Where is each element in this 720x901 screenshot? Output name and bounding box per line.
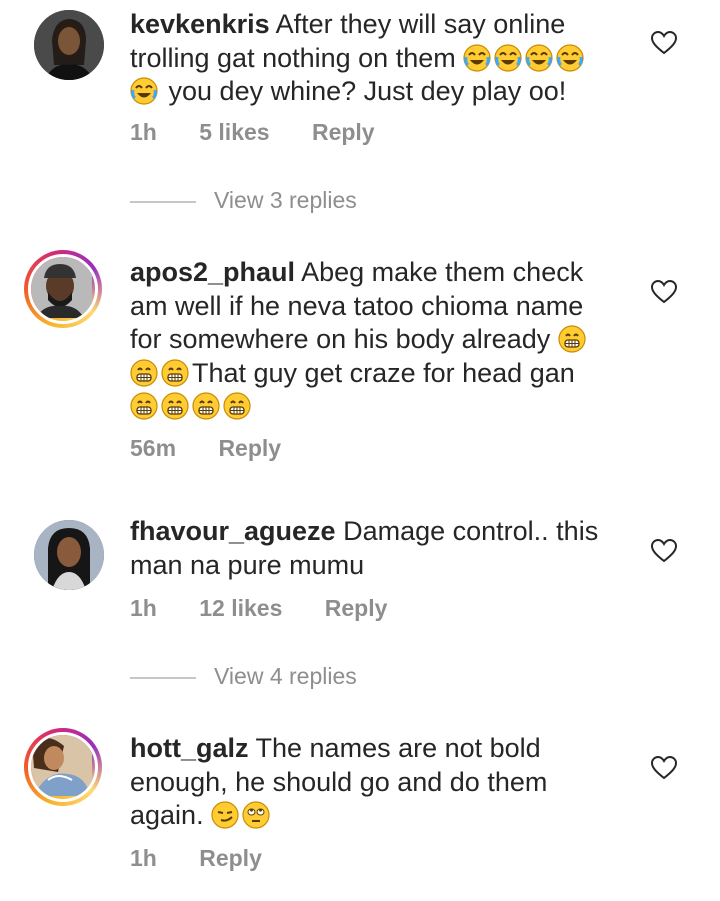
comment-username[interactable]: hott_galz [130, 733, 249, 763]
comment-username[interactable]: fhavour_agueze [130, 516, 336, 546]
joy-emoji-icon [463, 43, 492, 72]
avatar[interactable] [34, 520, 104, 590]
comment-meta: 1h Reply [130, 845, 298, 872]
view-replies-button[interactable]: View 3 replies [130, 187, 357, 214]
divider-line [130, 676, 196, 679]
comment-likes[interactable]: 12 likes [199, 595, 282, 621]
reply-button[interactable]: Reply [312, 119, 375, 145]
divider-line [130, 200, 196, 203]
reply-button[interactable]: Reply [199, 845, 262, 871]
reply-button[interactable]: Reply [325, 595, 388, 621]
grin-emoji-icon [161, 358, 189, 387]
smirk-emoji-icon [211, 801, 240, 829]
comment-meta: 1h 5 likes Reply [130, 119, 411, 146]
comment-body-continued: That guy get craze for head gan [192, 357, 575, 388]
view-replies-label: View 4 replies [214, 663, 357, 689]
comment-meta: 1h 12 likes Reply [130, 595, 423, 622]
comment-likes[interactable]: 5 likes [199, 119, 269, 145]
heart-outline-icon[interactable] [651, 31, 677, 55]
avatar[interactable] [34, 10, 104, 80]
avatar [28, 732, 98, 802]
comment-username[interactable]: apos2_phaul [130, 257, 295, 287]
comment-username[interactable]: kevkenkris [130, 9, 270, 39]
heart-outline-icon[interactable] [651, 280, 677, 304]
heart-outline-icon[interactable] [651, 756, 677, 780]
joy-emoji-icon [130, 77, 158, 105]
grin-emoji-icon [557, 325, 586, 353]
avatar [28, 254, 98, 324]
comment-time: 56m [130, 435, 177, 461]
comment-body-continued: you dey whine? Just dey play oo! [168, 76, 567, 106]
grin-emoji-icon [161, 392, 189, 420]
view-replies-button[interactable]: View 4 replies [130, 663, 357, 690]
avatar-story-ring[interactable] [24, 728, 102, 806]
joy-emoji-icon [556, 43, 585, 72]
comment-time: 1h [130, 845, 157, 871]
grin-emoji-icon [130, 392, 158, 420]
comment-text: kevkenkris After they will say online tr… [130, 8, 610, 109]
eye-roll-emoji-icon [242, 801, 271, 829]
reply-button[interactable]: Reply [218, 435, 281, 461]
comment-meta: 56m Reply [130, 435, 317, 462]
joy-emoji-icon [494, 43, 523, 72]
comment-text: fhavour_agueze Damage control.. this man… [130, 515, 610, 582]
comment-time: 1h [130, 119, 157, 145]
view-replies-label: View 3 replies [214, 187, 357, 213]
heart-outline-icon[interactable] [651, 539, 677, 563]
comment-text: hott_galz The names are not bold enough,… [130, 732, 610, 833]
emoji-group [463, 43, 587, 73]
comment-text: apos2_phaul Abeg make them check am well… [130, 256, 610, 424]
comment-time: 1h [130, 595, 157, 621]
grin-emoji-icon [192, 392, 220, 420]
joy-emoji-icon [525, 43, 554, 72]
grin-emoji-icon [223, 392, 251, 420]
avatar-story-ring[interactable] [24, 250, 102, 328]
grin-emoji-icon [130, 358, 158, 387]
